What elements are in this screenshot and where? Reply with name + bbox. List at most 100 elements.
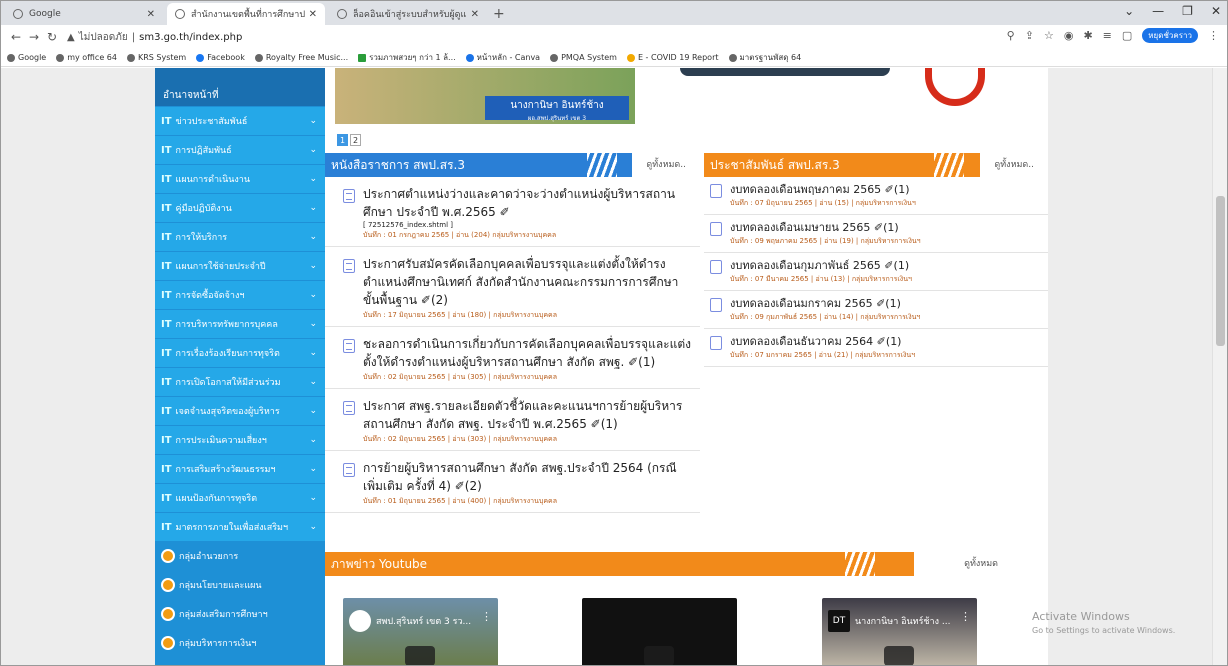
bookmark-label: E - COVID 19 Report: [637, 53, 719, 62]
sidebar-item[interactable]: IT การจัดซื้อจัดจ้างฯ ⌄: [155, 281, 325, 309]
play-icon[interactable]: [644, 646, 674, 665]
doc-item-title[interactable]: ชะลอการดำเนินการเกี่ยวกับการคัดเลือกบุคค…: [363, 335, 694, 371]
sidebar-item[interactable]: IT เจตจำนงสุจริตของผู้บริหาร ⌄: [155, 397, 325, 425]
doc-item-title[interactable]: การย้ายผู้บริหารสถานศึกษา สังกัด สพฐ.ประ…: [363, 459, 694, 495]
sidebar-item[interactable]: IT คู่มือปฏิบัติงาน ⌄: [155, 194, 325, 222]
bookmark-label: หน้าหลัก - Canva: [476, 53, 541, 62]
scroll-thumb[interactable]: [1216, 196, 1225, 346]
tab-google[interactable]: Google ✕: [5, 3, 163, 25]
sidebar-item[interactable]: IT แผนการดำเนินงาน ⌄: [155, 165, 325, 193]
bookmark-label: Facebook: [207, 53, 245, 62]
sidebar-item[interactable]: IT การเรื่องร้องเรียนการทุจริต ⌄: [155, 339, 325, 367]
sidebar-item[interactable]: IT การบริหารทรัพยากรบุคคล ⌄: [155, 310, 325, 338]
play-icon[interactable]: [405, 646, 435, 665]
sidebar-item[interactable]: IT มาตรการภายในเพื่อส่งเสริมฯ ⌄: [155, 513, 325, 541]
pager-2[interactable]: 2: [350, 134, 361, 146]
more-icon[interactable]: ⋮: [481, 610, 492, 623]
more-icon[interactable]: ⋮: [960, 610, 971, 623]
close-icon[interactable]: ✕: [471, 9, 479, 20]
pr-item-title[interactable]: งบทดลองเดือนมกราคม 2565 ✐(1): [730, 296, 920, 312]
doc-item-title[interactable]: ประกาศตำแหน่งว่างและคาดว่าจะว่างตำแหน่งผ…: [363, 185, 694, 221]
bookmark-item[interactable]: PMQA System: [550, 53, 617, 62]
pr-item-title[interactable]: งบทดลองเดือนเมษายน 2565 ✐(1): [730, 220, 921, 236]
pr-list-item[interactable]: งบทดลองเดือนกุมภาพันธ์ 2565 ✐(1) บันทึก :…: [704, 253, 1048, 291]
pr-item-title[interactable]: งบทดลองเดือนพฤษภาคม 2565 ✐(1): [730, 182, 916, 198]
url-field[interactable]: ▲ ไม่ปลอดภัย | sm3.go.th/index.php: [67, 30, 242, 45]
doc-item-title[interactable]: ประกาศ สพฐ.รายละเอียดตัวชี้วัดและคะแนนฯก…: [363, 397, 694, 433]
close-icon[interactable]: ✕: [309, 9, 317, 20]
share-icon[interactable]: ⇪: [1025, 29, 1034, 42]
sidebar-group-item[interactable]: กลุ่มนโยบายและแผน: [155, 571, 325, 599]
profile-button[interactable]: หยุดชั่วคราว: [1142, 28, 1198, 43]
channel-avatar: [349, 610, 371, 632]
reload-icon[interactable]: ↻: [43, 30, 61, 44]
pr-item-title[interactable]: งบทดลองเดือนกุมภาพันธ์ 2565 ✐(1): [730, 258, 912, 274]
pr-view-all-link[interactable]: ดูทั้งหมด..: [980, 153, 1048, 177]
chevron-down-icon: ⌄: [309, 435, 317, 445]
doc-list-item[interactable]: ประกาศ สพฐ.รายละเอียดตัวชี้วัดและคะแนนฯก…: [325, 389, 700, 451]
sidebar-head[interactable]: อำนาจหน้าที่: [155, 68, 325, 106]
sidepanel-icon[interactable]: ▢: [1122, 29, 1132, 42]
bookmark-item[interactable]: E - COVID 19 Report: [626, 53, 719, 62]
bookmark-item[interactable]: Royalty Free Music...: [254, 53, 348, 62]
forward-icon[interactable]: →: [25, 30, 43, 44]
sidebar-item[interactable]: IT การปฏิสัมพันธ์ ⌄: [155, 136, 325, 164]
doc-list-item[interactable]: ชะลอการดำเนินการเกี่ยวกับการคัดเลือกบุคค…: [325, 327, 700, 389]
pr-list-item[interactable]: งบทดลองเดือนเมษายน 2565 ✐(1) บันทึก : 09 …: [704, 215, 1048, 253]
extension-icon[interactable]: ◉: [1064, 29, 1074, 42]
sidebar-group-item[interactable]: กลุ่มอำนวยการ: [155, 542, 325, 570]
new-tab-icon[interactable]: +: [493, 6, 505, 22]
minimize-icon[interactable]: —: [1152, 4, 1164, 18]
tab-login[interactable]: ล็อคอินเข้าสู่ระบบสำหรับผู้ดูแลระบบ ✕: [329, 3, 487, 25]
sidebar-item[interactable]: IT การเปิดโอกาสให้มีส่วนร่วม ⌄: [155, 368, 325, 396]
bookmark-item[interactable]: Facebook: [196, 53, 245, 62]
sidebar-item[interactable]: IT การให้บริการ ⌄: [155, 223, 325, 251]
play-icon[interactable]: [884, 646, 914, 665]
menu-icon[interactable]: ⋮: [1208, 29, 1219, 42]
puzzle-icon[interactable]: ✱: [1083, 29, 1092, 42]
doc-list-item[interactable]: ประกาศรับสมัครคัดเลือกบุคคลเพื่อบรรจุและ…: [325, 247, 700, 327]
sidebar-item[interactable]: IT แผนการใช้จ่ายประจำปี ⌄: [155, 252, 325, 280]
scrollbar[interactable]: [1212, 68, 1227, 665]
tab-sm3[interactable]: สำนักงานเขตพื้นที่การศึกษาประถมศึกษา ✕: [167, 3, 325, 25]
doc-list-item[interactable]: ประกาศตำแหน่งว่างและคาดว่าจะว่างตำแหน่งผ…: [325, 177, 700, 247]
doc-list-item[interactable]: การย้ายผู้บริหารสถานศึกษา สังกัด สพฐ.ประ…: [325, 451, 700, 513]
sidebar-item[interactable]: IT การเสริมสร้างวัฒนธรรมฯ ⌄: [155, 455, 325, 483]
close-icon[interactable]: ✕: [147, 9, 155, 20]
watermark-line1: Activate Windows: [1032, 610, 1130, 623]
bookmark-item[interactable]: มาตรฐานพัสดุ 64: [728, 51, 801, 64]
bookmark-item[interactable]: หน้าหลัก - Canva: [465, 51, 541, 64]
sidebar-group-item[interactable]: กลุ่มส่งเสริมการศึกษาฯ: [155, 600, 325, 628]
reading-list-icon[interactable]: ≡: [1103, 29, 1112, 42]
bookmark-item[interactable]: my office 64: [56, 53, 117, 62]
sidebar-item-label: แผนการใช้จ่ายประจำปี: [175, 262, 266, 272]
bookmark-item[interactable]: รวมภาพสวยๆ กว่า 1 ล้...: [358, 51, 456, 64]
sidebar-group-item[interactable]: กลุ่มบริหารการเงินฯ: [155, 629, 325, 657]
banner-dark-panel: [680, 68, 890, 76]
sidebar-item[interactable]: IT การประเมินความเสี่ยงฯ ⌄: [155, 426, 325, 454]
bookmark-item[interactable]: KRS System: [126, 53, 186, 62]
back-icon[interactable]: ←: [7, 30, 25, 44]
stripe-decoration: [587, 153, 617, 177]
docs-view-all-link[interactable]: ดูทั้งหมด..: [632, 153, 700, 177]
sidebar-item[interactable]: IT แผนป้องกันการทุจริต ⌄: [155, 484, 325, 512]
pr-list-item[interactable]: งบทดลองเดือนพฤษภาคม 2565 ✐(1) บันทึก : 07…: [704, 177, 1048, 215]
it-icon: IT: [161, 260, 172, 272]
close-window-icon[interactable]: ✕: [1211, 4, 1221, 18]
tab-search-icon[interactable]: ⌄: [1124, 4, 1134, 18]
youtube-view-all-link[interactable]: ดูทั้งหมด: [914, 552, 1048, 576]
doc-item-title[interactable]: ประกาศรับสมัครคัดเลือกบุคคลเพื่อบรรจุและ…: [363, 255, 694, 309]
bookmark-item[interactable]: Google: [7, 53, 46, 62]
pr-list-item[interactable]: งบทดลองเดือนมกราคม 2565 ✐(1) บันทึก : 09 …: [704, 291, 1048, 329]
pr-list-item[interactable]: งบทดลองเดือนธันวาคม 2564 ✐(1) บันทึก : 07…: [704, 329, 1048, 367]
video-thumb-2[interactable]: [582, 598, 737, 665]
sidebar-item[interactable]: IT ข่าวประชาสัมพันธ์ ⌄: [155, 107, 325, 135]
sidebar-group-item[interactable]: กลุ่มบริหารงานบุคคล: [155, 658, 325, 665]
pager-1[interactable]: 1: [337, 134, 348, 146]
star-icon[interactable]: ☆: [1044, 29, 1054, 42]
zoom-icon[interactable]: ⚲: [1007, 29, 1015, 42]
restore-icon[interactable]: ❐: [1182, 4, 1193, 18]
video-thumb-3[interactable]: DT นางกานิษา อินทร์ช้าง ... ⋮: [822, 598, 977, 665]
pr-item-title[interactable]: งบทดลองเดือนธันวาคม 2564 ✐(1): [730, 334, 915, 350]
video-thumb-1[interactable]: สพป.สุรินทร์ เขต 3 รว... ⋮: [343, 598, 498, 665]
